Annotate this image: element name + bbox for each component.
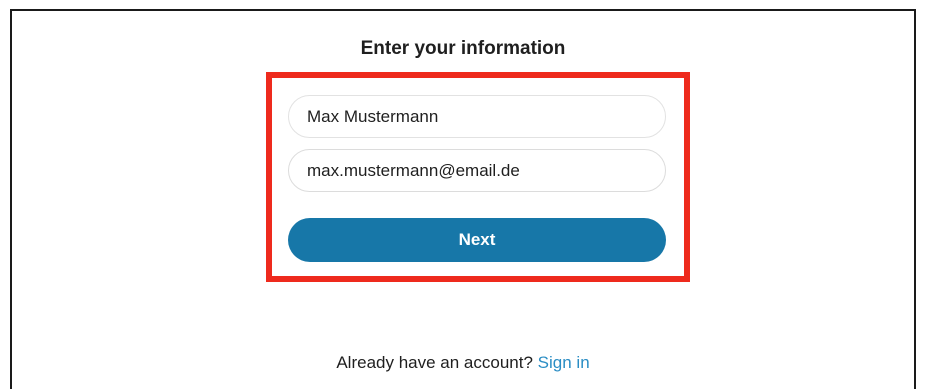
- signin-prompt-text: Already have an account?: [336, 353, 533, 372]
- signin-link[interactable]: Sign in: [538, 353, 590, 372]
- email-input[interactable]: [288, 149, 666, 192]
- next-button[interactable]: Next: [288, 218, 666, 262]
- signup-panel: Enter your information Next Already have…: [10, 9, 916, 389]
- name-input[interactable]: [288, 95, 666, 138]
- form-title: Enter your information: [360, 38, 566, 59]
- signin-prompt: Already have an account? Sign in: [12, 353, 914, 373]
